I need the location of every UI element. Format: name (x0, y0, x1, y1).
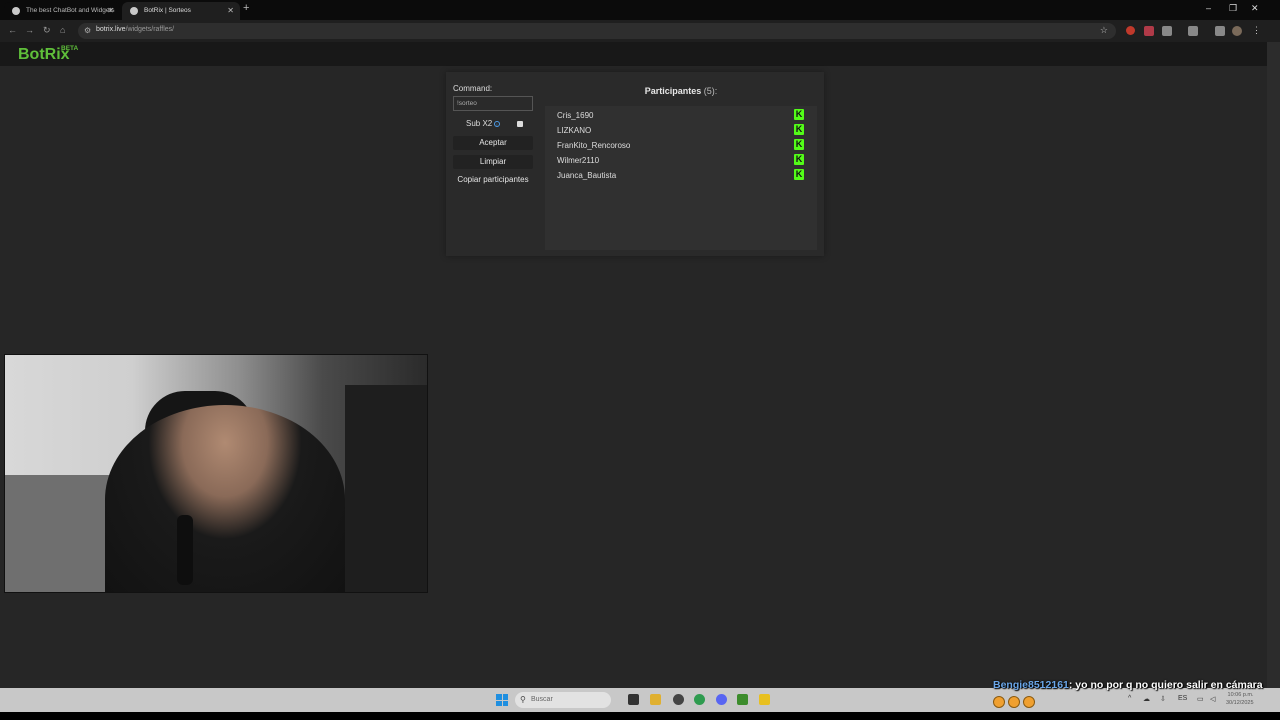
tab-label: The best ChatBot and Widgets (26, 7, 115, 14)
app-icon[interactable] (759, 694, 770, 705)
new-tab-button[interactable]: + (243, 2, 249, 14)
obs-icon[interactable] (673, 694, 684, 705)
windows-start-icon[interactable] (496, 694, 508, 706)
command-input[interactable]: !sorteo (453, 96, 533, 111)
screen-bottom-edge (0, 712, 1280, 720)
profile-avatar[interactable] (1232, 26, 1242, 36)
bookmark-star-icon[interactable]: ☆ (1100, 25, 1108, 36)
participant-row: Cris_1690 K (557, 108, 809, 123)
task-view-icon[interactable] (628, 694, 639, 705)
file-explorer-icon[interactable] (650, 694, 661, 705)
botrix-header: BotRix BETA (0, 42, 1267, 66)
emote-icon (993, 696, 1005, 708)
info-icon[interactable]: i (494, 121, 500, 127)
webcam-microphone (177, 515, 193, 585)
tab-botrix-sorteos[interactable]: BotRix | Sorteos ✕ (122, 2, 240, 20)
participant-row: FranKito_Rencoroso K (557, 138, 809, 153)
chat-overlay-message: Bengie8512161: yo no por q no quiero sal… (993, 679, 1263, 691)
close-tab-icon[interactable]: ✕ (107, 2, 114, 20)
menu-kebab-icon[interactable]: ⋮ (1252, 25, 1261, 36)
tray-chevron-icon[interactable]: ^ (1128, 695, 1131, 702)
kick-icon: K (794, 139, 804, 150)
cast-icon[interactable] (1188, 26, 1198, 36)
participants-heading: Participantes (5): (644, 86, 718, 96)
command-label: Command: (453, 84, 493, 93)
taskbar-clock[interactable]: 10:06 p.m. 30/12/2025 (1226, 691, 1254, 707)
tab-chatbot-widgets[interactable]: The best ChatBot and Widgets ✕ (4, 2, 120, 20)
clear-button[interactable]: Limpiar (453, 155, 533, 169)
tray-language-icon[interactable]: ES (1178, 695, 1187, 702)
kick-icon: K (794, 109, 804, 120)
extension-tag-icon[interactable] (1144, 26, 1154, 36)
participant-name: Cris_1690 (557, 111, 594, 120)
emote-icon (1008, 696, 1020, 708)
participant-name: LIZKANO (557, 126, 592, 135)
home-icon[interactable]: ⌂ (60, 25, 65, 35)
minimize-icon[interactable]: – (1206, 3, 1211, 13)
copy-participants-button[interactable]: Copiar participantes (453, 173, 533, 187)
sub-x2-checkbox[interactable] (517, 121, 523, 127)
tab-label: BotRix | Sorteos (144, 7, 191, 14)
participant-name: FranKito_Rencoroso (557, 141, 631, 150)
extensions-puzzle-icon[interactable] (1162, 26, 1172, 36)
kick-icon: K (794, 124, 804, 135)
accept-button[interactable]: Aceptar (453, 136, 533, 150)
beta-badge: BETA (61, 45, 79, 52)
chat-username: Bengie8512161 (993, 679, 1069, 691)
kick-icon: K (794, 169, 804, 180)
emote-icon (1023, 696, 1035, 708)
site-info-icon[interactable]: ⚙ (84, 26, 91, 35)
taskbar-search[interactable]: ⚲ Buscar (515, 692, 611, 708)
webcam-overlay (4, 354, 428, 593)
restore-icon[interactable]: ❐ (1229, 3, 1237, 14)
webcam-streamer (105, 405, 345, 592)
participant-row: LIZKANO K (557, 123, 809, 138)
page-scrollbar[interactable] (1267, 42, 1280, 688)
tray-volume-icon[interactable]: ◁ (1210, 695, 1215, 703)
webcam-desk (345, 385, 427, 592)
botrix-favicon-icon (12, 7, 20, 15)
close-window-icon[interactable]: ✕ (1251, 3, 1259, 14)
participants-list: Cris_1690 K LIZKANO K FranKito_Rencoroso… (545, 106, 817, 250)
participant-row: Wilmer2110 K (557, 153, 809, 168)
kick-icon: K (794, 154, 804, 165)
address-bar[interactable]: ⚙ botrix.live/widgets/raffles/ ☆ (78, 23, 1116, 39)
participant-row: Juanca_Bautista K (557, 168, 809, 183)
search-icon: ⚲ (520, 695, 526, 704)
minecraft-icon[interactable] (737, 694, 748, 705)
close-tab-icon[interactable]: ✕ (227, 2, 234, 20)
chat-text: : yo no por q no quiero salir en cámara (1068, 679, 1263, 691)
reload-icon[interactable]: ↻ (43, 25, 51, 36)
browser-tab-strip: The best ChatBot and Widgets ✕ BotRix | … (0, 0, 1280, 20)
chrome-icon[interactable] (694, 694, 705, 705)
chat-emotes (993, 695, 1038, 713)
participants-count: (5): (703, 86, 718, 96)
media-control-icon[interactable] (1215, 26, 1225, 36)
tray-usb-icon[interactable]: ⇩ (1160, 695, 1166, 703)
browser-toolbar: ← → ↻ ⌂ ⚙ botrix.live/widgets/raffles/ ☆… (0, 20, 1280, 42)
participant-name: Juanca_Bautista (557, 171, 617, 180)
discord-icon[interactable] (716, 694, 727, 705)
botrix-favicon-icon (130, 7, 138, 15)
participant-name: Wilmer2110 (557, 156, 600, 165)
tray-network-icon[interactable]: ▭ (1197, 695, 1204, 703)
windows-taskbar: ⚲ Buscar ^ ☁ ⇩ ES ▭ ◁ 10:06 p.m. 30/12/2… (0, 688, 1280, 712)
back-icon[interactable]: ← (8, 25, 17, 35)
sub-x2-label: Sub X2 (466, 119, 493, 128)
forward-icon[interactable]: → (25, 25, 34, 35)
tray-cloud-icon[interactable]: ☁ (1143, 695, 1150, 703)
url-text: botrix.live/widgets/raffles/ (96, 26, 175, 33)
extension-red-icon[interactable] (1126, 26, 1135, 35)
